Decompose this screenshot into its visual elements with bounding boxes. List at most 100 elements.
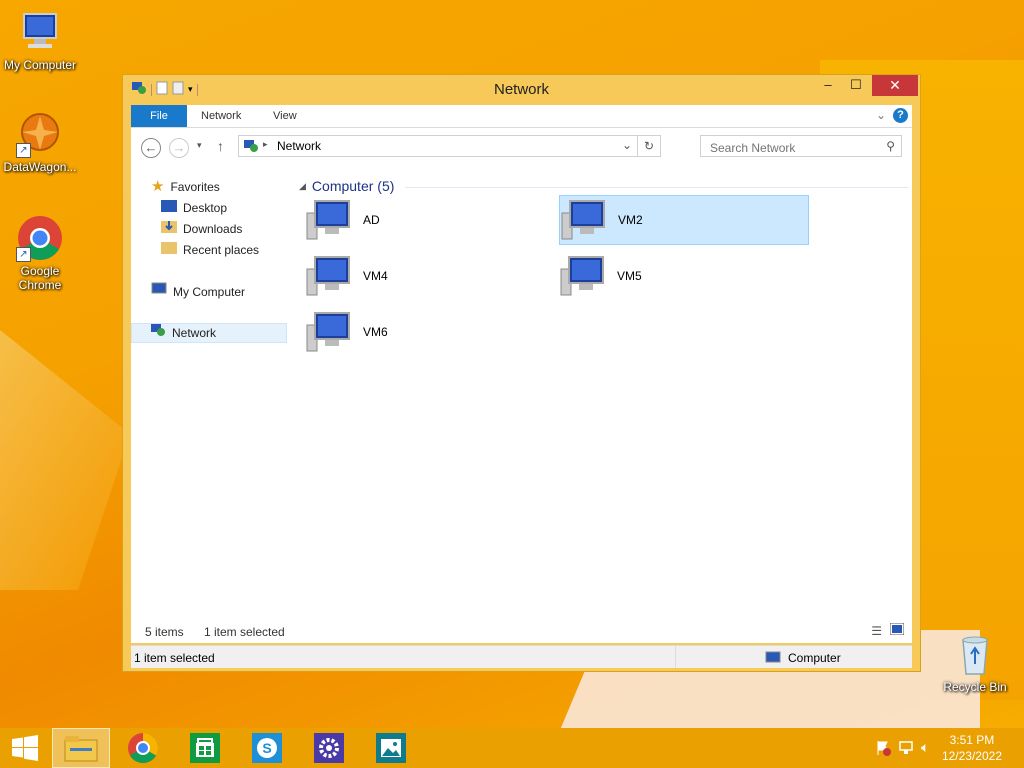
item-count: 5 items bbox=[145, 625, 184, 639]
search-input[interactable] bbox=[708, 140, 872, 156]
nav-item-label: Network bbox=[172, 326, 217, 340]
title-bar[interactable]: ▾ Network – ☐ ✕ bbox=[123, 75, 920, 103]
address-bar[interactable]: ▸ Network ⌄ ↻ bbox=[238, 135, 661, 157]
tab-view[interactable]: View bbox=[261, 105, 309, 127]
list-item[interactable]: VM6 bbox=[305, 307, 555, 357]
minimize-button[interactable]: – bbox=[814, 75, 842, 96]
nav-item-downloads[interactable]: Downloads bbox=[161, 219, 242, 239]
list-item[interactable]: AD bbox=[305, 195, 555, 245]
content-area: ★ Favorites Desktop Downloads Recent pla… bbox=[131, 168, 912, 643]
datawagon-icon: ↗ bbox=[16, 110, 64, 158]
group-divider bbox=[405, 187, 908, 188]
clock[interactable]: 3:51 PM 12/23/2022 bbox=[942, 732, 1002, 764]
ribbon-tabs: File Network View ⌄ ? bbox=[131, 105, 912, 128]
expand-ribbon-icon[interactable]: ⌄ bbox=[876, 108, 886, 122]
clock-time: 3:51 PM bbox=[949, 733, 995, 747]
nav-item-desktop[interactable]: Desktop bbox=[161, 198, 227, 218]
nav-item-label: Recent places bbox=[183, 243, 260, 257]
status-bar: 5 items 1 item selected ☰ bbox=[131, 621, 912, 643]
wallpaper-shard bbox=[0, 330, 130, 590]
maximize-button[interactable]: ☐ bbox=[842, 75, 870, 96]
desktop-icon-recycle-bin[interactable]: Recycle Bin bbox=[935, 630, 1015, 694]
taskbar-store[interactable] bbox=[176, 728, 234, 768]
taskbar: S 🔈︎ 3:51 PM 12/23/2022 bbox=[0, 728, 1024, 768]
up-button[interactable]: ↑ bbox=[217, 138, 224, 154]
address-dropdown-icon[interactable]: ⌄ bbox=[622, 138, 632, 152]
details-view-icon[interactable]: ☰ bbox=[871, 624, 882, 638]
breadcrumb[interactable]: Network bbox=[277, 139, 321, 153]
list-item[interactable]: VM4 bbox=[305, 251, 555, 301]
tab-file[interactable]: File bbox=[131, 105, 187, 127]
navigation-pane: ★ Favorites Desktop Downloads Recent pla… bbox=[131, 168, 291, 643]
item-label: VM5 bbox=[617, 269, 642, 283]
details-bar: 1 item selected Computer bbox=[131, 645, 912, 668]
network-status-icon[interactable] bbox=[898, 740, 914, 759]
forward-button[interactable]: → bbox=[169, 138, 189, 158]
desktop-icon bbox=[161, 198, 177, 218]
store-icon bbox=[190, 733, 220, 763]
nav-item-label: Favorites bbox=[170, 180, 220, 194]
nav-item-label: My Computer bbox=[173, 285, 246, 299]
computer-icon bbox=[305, 197, 353, 244]
file-list: ◢ Computer (5) AD VM2 VM4 VM5 VM6 bbox=[297, 168, 912, 643]
shortcut-arrow-icon: ↗ bbox=[16, 143, 31, 158]
desktop-icon-label: Google Chrome bbox=[18, 264, 62, 292]
group-header-label: Computer (5) bbox=[311, 178, 395, 194]
nav-item-favorites[interactable]: ★ Favorites bbox=[151, 177, 220, 197]
selection-count: 1 item selected bbox=[204, 625, 285, 639]
nav-item-my-computer[interactable]: My Computer bbox=[151, 282, 245, 302]
close-button[interactable]: ✕ bbox=[872, 75, 918, 96]
network-icon bbox=[243, 139, 259, 156]
star-icon: ★ bbox=[151, 178, 165, 195]
details-selection: 1 item selected bbox=[134, 651, 215, 665]
desktop-icon-datawagon[interactable]: ↗ DataWagon... bbox=[0, 110, 80, 174]
recent-places-icon bbox=[161, 240, 177, 260]
refresh-icon[interactable]: ↻ bbox=[637, 136, 660, 156]
nav-item-label: Downloads bbox=[183, 222, 243, 236]
collapse-group-icon[interactable]: ◢ bbox=[299, 181, 306, 192]
desktop-icon-label: DataWagon... bbox=[3, 160, 77, 174]
taskbar-chrome[interactable] bbox=[114, 728, 172, 768]
list-item[interactable]: VM2 bbox=[559, 195, 809, 245]
nav-item-network[interactable]: Network bbox=[131, 323, 287, 343]
taskbar-settings[interactable] bbox=[300, 728, 358, 768]
my-computer-icon bbox=[151, 282, 167, 302]
computer-icon bbox=[560, 197, 608, 244]
address-row: ← → ▾ ↑ ▸ Network ⌄ ↻ ⚲ bbox=[131, 128, 912, 168]
desktop-icon-google-chrome[interactable]: ↗ Google Chrome bbox=[0, 214, 80, 292]
nav-item-recent-places[interactable]: Recent places bbox=[161, 240, 259, 260]
volume-icon[interactable]: 🔈︎ bbox=[921, 739, 929, 756]
search-icon[interactable]: ⚲ bbox=[886, 139, 895, 153]
chrome-icon: ↗ bbox=[16, 214, 64, 262]
clock-date: 12/23/2022 bbox=[941, 749, 1002, 763]
taskbar-photos[interactable] bbox=[362, 728, 420, 768]
tab-network[interactable]: Network bbox=[189, 105, 253, 127]
window-title: Network bbox=[493, 81, 549, 98]
search-box[interactable]: ⚲ bbox=[700, 135, 902, 157]
desktop-icon-label: Recycle Bin bbox=[943, 680, 1007, 694]
computer-icon bbox=[305, 309, 353, 356]
start-button[interactable] bbox=[0, 728, 50, 768]
back-button[interactable]: ← bbox=[141, 138, 161, 158]
help-button[interactable]: ? bbox=[893, 108, 908, 123]
item-label: VM4 bbox=[363, 269, 388, 283]
file-explorer-icon bbox=[64, 736, 98, 762]
group-header[interactable]: ◢ Computer (5) bbox=[299, 178, 394, 194]
desktop-icon-label: My Computer bbox=[3, 58, 77, 72]
computer-icon bbox=[305, 253, 353, 300]
my-computer-icon bbox=[16, 8, 64, 56]
action-center-flag-icon[interactable] bbox=[875, 740, 891, 759]
item-label: VM2 bbox=[618, 213, 643, 227]
taskbar-file-explorer[interactable] bbox=[52, 728, 110, 768]
windows-icon bbox=[12, 735, 38, 761]
desktop-icon-my-computer[interactable]: My Computer bbox=[0, 8, 80, 72]
details-zone: Computer bbox=[788, 651, 841, 665]
skype-icon: S bbox=[252, 733, 282, 763]
list-item[interactable]: VM5 bbox=[559, 251, 809, 301]
shortcut-arrow-icon: ↗ bbox=[16, 247, 31, 262]
photos-icon bbox=[376, 733, 406, 763]
large-icons-view-icon[interactable] bbox=[889, 622, 905, 638]
recent-locations-icon[interactable]: ▾ bbox=[197, 140, 202, 151]
taskbar-skype[interactable]: S bbox=[238, 728, 296, 768]
chrome-icon bbox=[128, 733, 159, 764]
